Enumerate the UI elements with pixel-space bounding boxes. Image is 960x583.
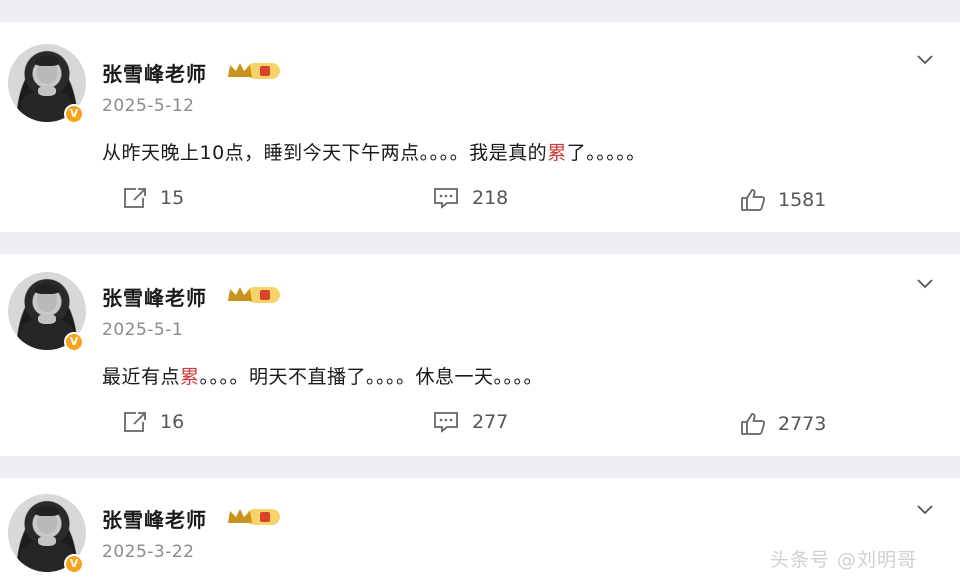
post-date: 2025-3-22: [102, 542, 195, 562]
feed-separator: [0, 456, 960, 478]
crown-vip-badge-icon: [228, 509, 280, 525]
post-text-highlight: 累: [547, 142, 567, 164]
thumbs-up-icon: [741, 189, 766, 211]
feed-separator: [0, 232, 960, 254]
repost-button[interactable]: 16: [122, 410, 184, 434]
weibo-post-card[interactable]: V 张雪峰老师 2025-5-12 从昨天晚上10点，睡到今天下午两点。。。。我…: [0, 22, 960, 232]
post-text-highlight: 累: [180, 366, 200, 388]
feed-separator: [0, 0, 960, 22]
comment-button[interactable]: 218: [432, 186, 508, 210]
comment-count: 277: [472, 411, 509, 433]
author-name[interactable]: 张雪峰老师: [102, 504, 207, 533]
repost-count: 16: [160, 411, 185, 433]
verified-badge-icon: V: [64, 554, 84, 574]
post-text-part: 。。。。明天不直播了。。。。休息一天。。。。: [199, 366, 544, 388]
verified-badge-icon: V: [64, 332, 84, 352]
post-date: 2025-5-1: [102, 320, 184, 340]
post-text-part: 最近有点: [102, 366, 181, 388]
thumbs-up-icon: [741, 413, 766, 435]
crown-vip-badge-icon: [228, 287, 280, 303]
post-text: 从昨天晚上10点，睡到今天下午两点。。。。我是真的累了。。。。。: [102, 138, 646, 165]
post-text: 最近有点累。。。。明天不直播了。。。。休息一天。。。。: [102, 362, 543, 389]
author-name[interactable]: 张雪峰老师: [102, 282, 207, 311]
repost-button[interactable]: 15: [122, 186, 184, 210]
watermark: 头条号 @刘明哥: [770, 549, 918, 571]
post-text-part: 从昨天晚上10点，睡到今天下午两点。。。。我是真的: [102, 142, 548, 164]
post-text-part: 了。。。。。: [566, 142, 646, 164]
comment-button[interactable]: 277: [432, 410, 508, 434]
repost-icon: [124, 412, 146, 432]
chevron-down-icon[interactable]: [916, 276, 934, 290]
repost-icon: [124, 188, 146, 208]
comment-icon: [434, 412, 458, 433]
chevron-down-icon[interactable]: [916, 52, 934, 66]
like-button[interactable]: 2773: [740, 412, 826, 436]
crown-vip-badge-icon: [228, 63, 280, 79]
author-name[interactable]: 张雪峰老师: [102, 58, 207, 87]
repost-count: 15: [160, 187, 185, 209]
like-count: 2773: [778, 413, 827, 435]
like-button[interactable]: 1581: [740, 188, 826, 212]
weibo-post-card[interactable]: V 张雪峰老师 2025-5-1 最近有点累。。。。明天不直播了。。。。休息一天…: [0, 254, 960, 456]
post-date: 2025-5-12: [102, 96, 195, 116]
chevron-down-icon[interactable]: [916, 502, 934, 516]
verified-badge-icon: V: [64, 104, 84, 124]
comment-count: 218: [472, 187, 509, 209]
comment-icon: [434, 188, 458, 209]
like-count: 1581: [778, 189, 827, 211]
